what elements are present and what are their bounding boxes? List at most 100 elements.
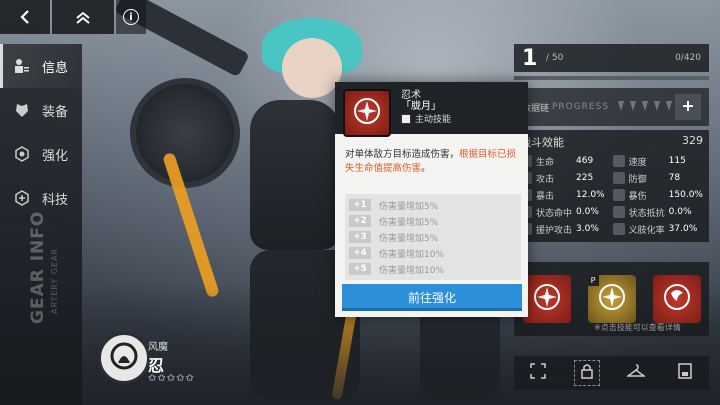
- upgrade-text: 伤害量增加10%: [379, 249, 445, 260]
- home-button[interactable]: [52, 0, 114, 34]
- stat-hp: 生命 469: [520, 154, 607, 168]
- skill-slot-2[interactable]: P: [587, 275, 636, 323]
- stat-value: 37.0%: [668, 224, 698, 234]
- upgrade-level: +5: [349, 263, 371, 275]
- upgrade-row: +1 伤害量增加5%: [345, 197, 521, 213]
- skill-slot-3[interactable]: [652, 275, 701, 323]
- stat-label: 援护攻击: [536, 225, 573, 236]
- upgrade-text: 伤害量增加5%: [379, 233, 439, 244]
- back-button[interactable]: [0, 0, 50, 34]
- passive-tag: P: [587, 275, 599, 286]
- action-bar: [514, 356, 709, 390]
- combat-stats-header: 战斗效能 329: [520, 134, 703, 150]
- stat-value: 225: [576, 173, 594, 183]
- stat-label: 义肢化率: [628, 225, 665, 236]
- stat-label: 暴伤: [628, 191, 647, 202]
- chain-expand-button[interactable]: [675, 94, 701, 120]
- watermark-subtitle: ARTERY GEAR: [50, 247, 59, 314]
- upgrade-hex-icon: [14, 146, 30, 162]
- skill-detail-popup: 忍术 「胧月」 主动技能 对单体敌方目标造成伤害，根据目标已损失生命值提高伤害。…: [335, 82, 528, 317]
- swirl-icon: [663, 283, 691, 315]
- stat-crit-damage: 暴伤 150.0%: [612, 188, 703, 202]
- button-shadow: [342, 308, 522, 311]
- stat-value: 12.0%: [576, 190, 605, 200]
- stat-value: 0.0%: [668, 207, 692, 217]
- armor-icon: [14, 102, 30, 118]
- speed-icon: [612, 155, 625, 167]
- sidebar-item-label: 信息: [42, 60, 69, 76]
- upgrade-list: +1 伤害量增加5% +2 伤害量增加5% +3 伤害量增加5% +4 伤害量增加10%…: [345, 194, 521, 280]
- data-chain-label-en: PROGRESS: [551, 102, 610, 112]
- save-button[interactable]: [672, 360, 698, 386]
- plus-icon: [682, 100, 694, 115]
- defense-icon: [612, 172, 625, 184]
- sidebar-item-label: 科技: [42, 192, 69, 208]
- combat-stats: 战斗效能 329 生命 469 速度 115 攻击 225 防御 78 暴击 12.0% …: [514, 130, 709, 242]
- upgrade-row: +2 伤害量增加5%: [345, 213, 521, 229]
- sidebar-item-label: 强化: [42, 148, 69, 164]
- data-chain: 数据链 PROGRESS: [514, 88, 709, 126]
- hanger-icon: [625, 363, 647, 383]
- stat-value: 78: [668, 173, 681, 183]
- go-upgrade-button[interactable]: 前往强化: [342, 284, 522, 310]
- lock-icon: [580, 363, 594, 383]
- stat-effect-resist: 状态抵抗 0.0%: [612, 205, 703, 219]
- upgrade-row: +3 伤害量增加5%: [345, 229, 521, 245]
- character-stars: ✩✩✩✩✩: [148, 373, 195, 384]
- wardrobe-button[interactable]: [623, 360, 649, 386]
- character-body: [250, 100, 340, 250]
- chain-nodes-icon: [615, 99, 675, 116]
- lock-button[interactable]: [574, 360, 601, 386]
- stat-value: 0.0%: [576, 207, 599, 217]
- skill-slot-1[interactable]: [522, 275, 571, 323]
- upgrade-text: 伤害量增加5%: [379, 217, 439, 228]
- combat-stats-value: 329: [682, 134, 703, 147]
- stat-defense: 防御 78: [612, 171, 703, 185]
- prosthetic-icon: [612, 223, 625, 235]
- info-button[interactable]: i: [116, 0, 146, 34]
- stat-prosthetic-rate: 义肢化率 37.0%: [612, 222, 703, 236]
- stat-assist-attack: 援护攻击 3.0%: [520, 222, 607, 236]
- save-icon: [677, 363, 692, 383]
- stat-value: 469: [576, 156, 594, 166]
- stat-label: 状态命中: [536, 208, 573, 219]
- level-value: 1: [522, 45, 538, 71]
- sidebar-item-label: 装备: [42, 104, 69, 120]
- stat-label: 状态抵抗: [628, 208, 665, 219]
- upgrade-text: 伤害量增加10%: [379, 265, 445, 276]
- skill-description: 对单体敌方目标造成伤害，根据目标已损失生命值提高伤害。: [345, 148, 521, 176]
- info-icon: i: [123, 9, 139, 25]
- exp-max-value: 0/420: [675, 53, 701, 63]
- effect-resist-icon: [612, 206, 625, 218]
- sidebar-item-equipment[interactable]: 装备: [0, 88, 82, 132]
- faction-emblem: [98, 332, 150, 384]
- popup-skill-icon: [343, 89, 391, 137]
- character-faction: 风魔: [148, 342, 168, 353]
- upgrade-row: +5 伤害量增加10%: [345, 261, 521, 277]
- expand-button[interactable]: [525, 360, 551, 386]
- level-bar: 1 / 50 0/420: [514, 44, 709, 72]
- sidebar-item-info[interactable]: 信息: [0, 44, 82, 88]
- sidebar-item-upgrade[interactable]: 强化: [0, 132, 82, 176]
- character-head: [282, 38, 342, 98]
- user-list-icon: [14, 58, 30, 74]
- character-wheel: [130, 78, 240, 188]
- upgrade-level: +1: [349, 199, 371, 211]
- stat-value: 115: [668, 156, 686, 166]
- stat-label: 速度: [628, 157, 647, 168]
- stat-value: 150.0%: [668, 190, 703, 200]
- stat-crit: 暴击 12.0%: [520, 188, 607, 202]
- chevron-left-icon: [19, 10, 31, 24]
- stat-effect-hit: 状态命中 0.0%: [520, 205, 607, 219]
- shuriken-icon: [533, 283, 561, 315]
- upgrade-text: 伤害量增加5%: [379, 201, 439, 212]
- exp-progress-bar: [514, 76, 709, 80]
- desc-end: 。: [421, 163, 431, 174]
- stat-label: 防御: [628, 174, 647, 185]
- active-skill-icon: [401, 113, 411, 124]
- upgrade-level: +2: [349, 215, 371, 227]
- stat-speed: 速度 115: [612, 154, 703, 168]
- skill-hint: ※点击技能可以查看详情: [594, 323, 681, 332]
- expand-icon: [530, 363, 547, 383]
- double-chevron-up-icon: [75, 10, 91, 24]
